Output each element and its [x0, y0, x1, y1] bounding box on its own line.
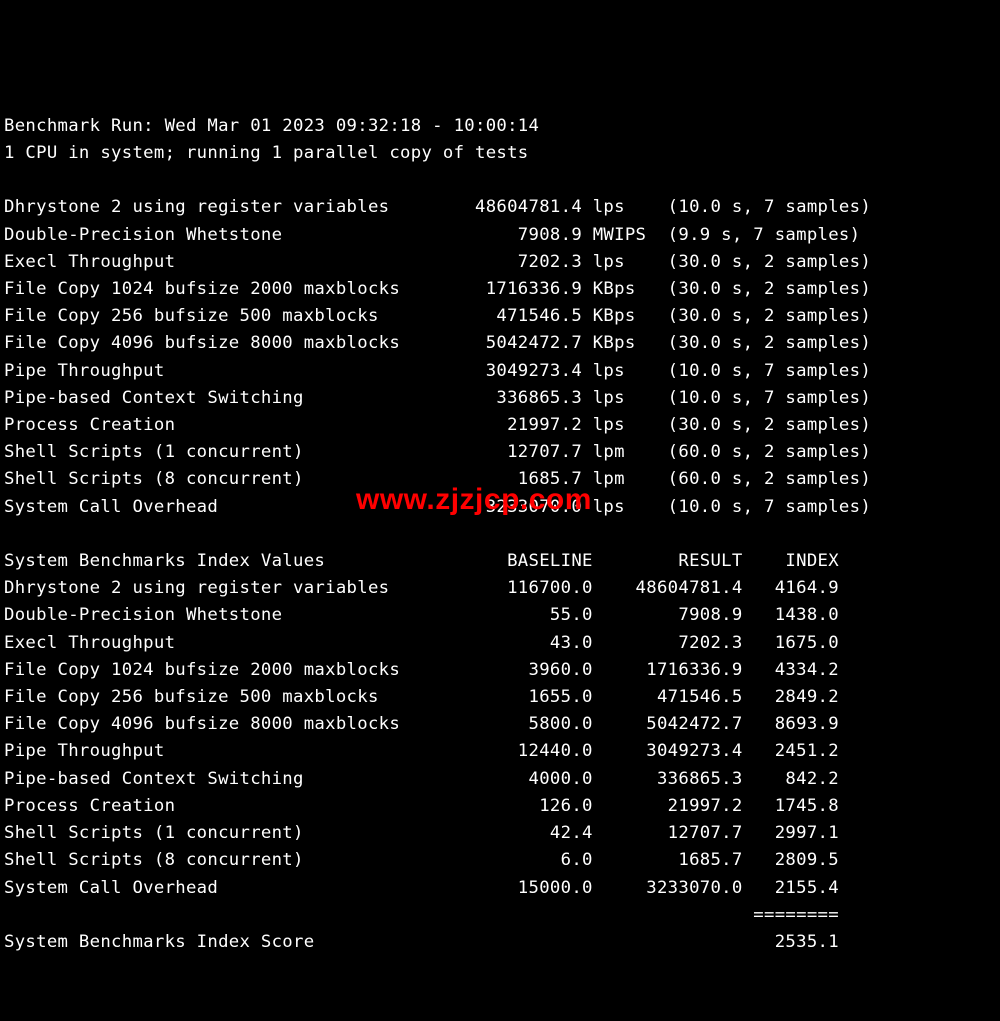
terminal-output: Benchmark Run: Wed Mar 01 2023 09:32:18 …: [4, 113, 1000, 1021]
